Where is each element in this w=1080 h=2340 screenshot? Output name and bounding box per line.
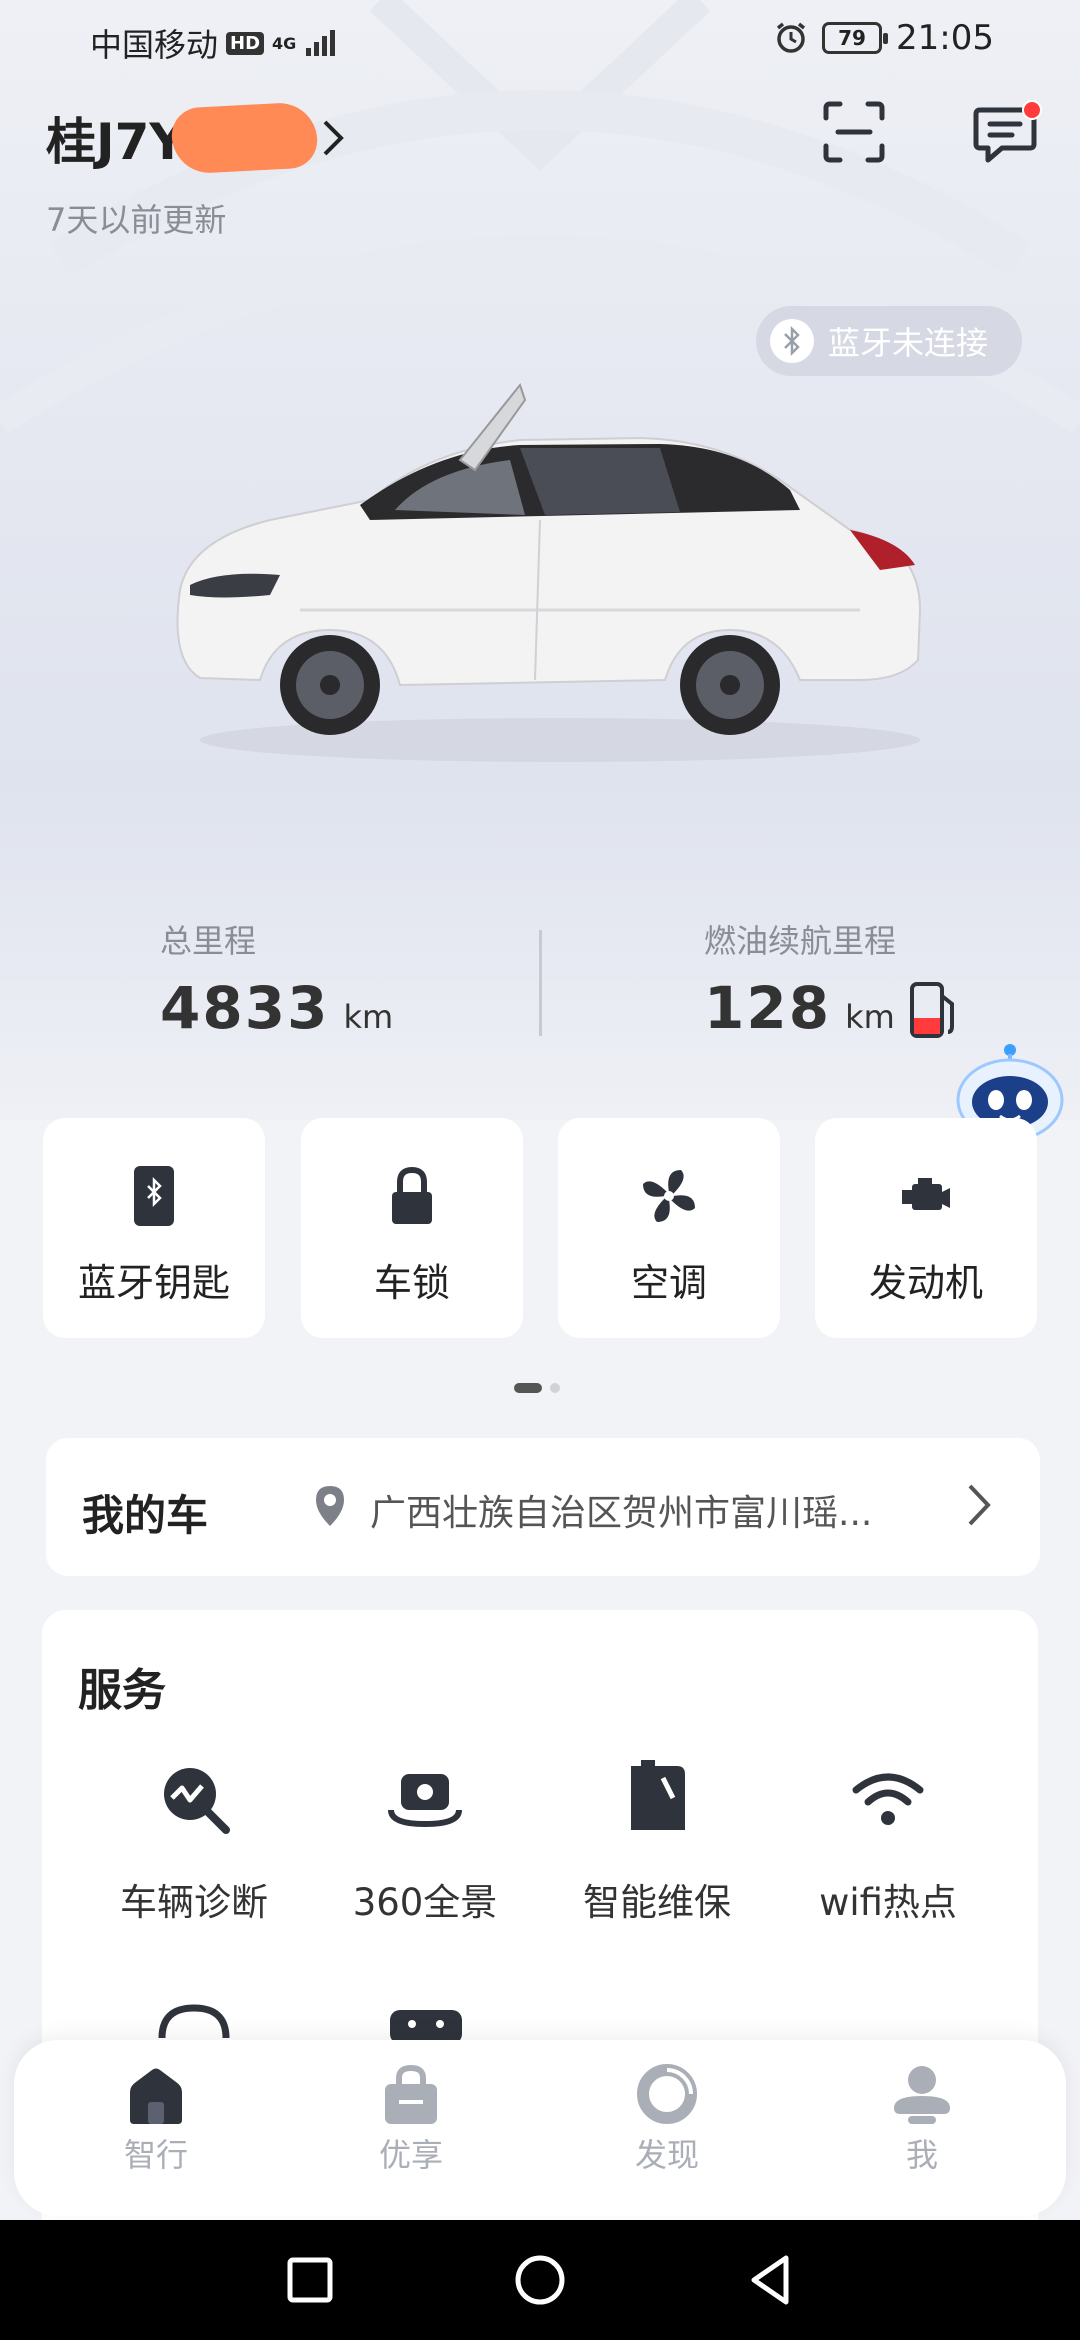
chevron-right-icon (968, 1484, 991, 1526)
car-image (176, 382, 922, 762)
quick-action-ac[interactable]: 空调 (558, 1118, 780, 1338)
tab-discover[interactable]: 发现 (597, 2062, 737, 2176)
notification-dot (1022, 100, 1042, 120)
stats-divider (539, 930, 542, 1036)
profile-icon (894, 2066, 950, 2124)
quick-action-engine[interactable]: 发动机 (815, 1118, 1037, 1338)
engine-icon (902, 1178, 950, 1210)
tab-label: 我 (905, 2136, 938, 2174)
lock-icon (392, 1166, 432, 1224)
alarm-icon (776, 22, 806, 53)
fuel-pump-icon (910, 982, 954, 1038)
tab-label: 智行 (123, 2136, 188, 2174)
quick-action-bluetooth-key[interactable]: 蓝牙钥匙 (43, 1118, 265, 1338)
carrier-name: 中国移动 (90, 26, 219, 64)
scan-icon[interactable] (822, 100, 886, 164)
fuel-range-value: 128 (704, 974, 832, 1042)
service-label: 智能维保 (583, 1881, 731, 1924)
back-icon[interactable] (740, 2250, 800, 2310)
fan-icon (643, 1170, 695, 1222)
discover-icon (637, 2064, 697, 2124)
update-time: 7天以前更新 (46, 201, 227, 239)
steering-wheel-icon[interactable] (156, 2000, 232, 2040)
plate-number: 桂J7Y (46, 113, 186, 171)
total-mileage-unit: km (343, 998, 394, 1036)
service-wifi-hotspot[interactable]: wifi热点 (768, 1760, 1008, 1926)
services-title: 服务 (78, 1665, 166, 1716)
tab-label: 优享 (378, 2136, 443, 2174)
tab-label: 发现 (634, 2136, 699, 2174)
wifi-icon (852, 1773, 924, 1825)
total-mileage-reading: 4833 km (160, 974, 393, 1042)
tab-zhixing[interactable]: 智行 (86, 2062, 226, 2176)
service-label: wifi热点 (819, 1881, 957, 1924)
home-button-icon[interactable] (510, 2250, 570, 2310)
clock: 21:05 (896, 18, 994, 58)
camera-360-icon (388, 1774, 462, 1828)
my-car-title: 我的车 (82, 1491, 209, 1540)
tab-me[interactable]: 我 (852, 2062, 992, 2176)
quick-action-lock[interactable]: 车锁 (301, 1118, 523, 1338)
total-mileage-value: 4833 (160, 974, 330, 1042)
chevron-right-icon (323, 120, 344, 156)
bluetooth-icon (770, 319, 814, 363)
service-maintenance[interactable]: 智能维保 (537, 1760, 777, 1926)
location-pin-icon (316, 1486, 344, 1526)
system-navigation-bar (0, 2220, 1080, 2340)
battery-indicator: 79 (822, 22, 889, 54)
page-dot (550, 1383, 560, 1393)
network-type: 4G (272, 33, 297, 53)
signal-icon (306, 30, 336, 56)
tab-youxiang[interactable]: 优享 (341, 2062, 481, 2176)
service-label: 车辆诊断 (120, 1881, 268, 1924)
recent-apps-icon[interactable] (280, 2250, 340, 2310)
service-diagnosis[interactable]: 车辆诊断 (74, 1760, 314, 1926)
page-indicator (514, 1383, 560, 1393)
quick-action-label: 发动机 (868, 1261, 983, 1305)
quick-action-label: 蓝牙钥匙 (77, 1261, 230, 1305)
bottom-tab-bar: 智行 优享 发现 我 (14, 2040, 1066, 2216)
fuel-range: 燃油续航里程 (704, 916, 896, 962)
dashboard-icon[interactable] (388, 2000, 464, 2040)
home-icon (130, 2068, 182, 2124)
fuel-range-reading: 128 km (704, 974, 895, 1042)
bag-icon (385, 2064, 437, 2124)
my-car-card[interactable]: 我的车 广西壮族自治区贺州市富川瑶... (46, 1438, 1040, 1576)
service-label: 360全景 (352, 1881, 498, 1924)
quick-action-label: 车锁 (373, 1261, 450, 1305)
page-dot-active (514, 1383, 542, 1393)
fuel-range-unit: km (845, 998, 895, 1036)
maintenance-icon (631, 1760, 685, 1830)
hd-badge: HD (226, 31, 265, 55)
bluetooth-status-pill[interactable]: 蓝牙未连接 (756, 306, 1022, 376)
status-bar: 中国移动 HD 4G 79 21:05 (0, 0, 1080, 84)
fuel-range-label: 燃油续航里程 (704, 922, 897, 960)
bluetooth-status-text: 蓝牙未连接 (828, 324, 989, 362)
service-360-view[interactable]: 360全景 (305, 1760, 545, 1926)
total-mileage: 总里程 (160, 916, 256, 962)
vehicle-plate-selector[interactable]: 桂J7Y (46, 101, 345, 175)
quick-action-label: 空调 (630, 1261, 707, 1305)
redaction-mask (169, 101, 319, 175)
total-mileage-label: 总里程 (160, 922, 257, 960)
car-location-address: 广西壮族自治区贺州市富川瑶... (370, 1493, 873, 1534)
diagnosis-icon (164, 1768, 230, 1834)
bluetooth-key-icon (134, 1166, 174, 1226)
